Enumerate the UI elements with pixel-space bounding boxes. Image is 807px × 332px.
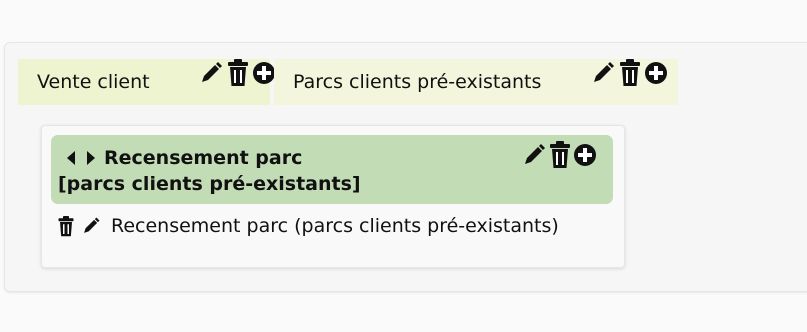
caret-left-icon[interactable] — [66, 150, 76, 166]
card-title-line1: Recensement parc — [104, 147, 303, 169]
tab-actions — [590, 59, 668, 87]
tab-label: Vente client — [37, 71, 150, 93]
trash-icon[interactable] — [226, 59, 250, 87]
pencil-icon[interactable] — [590, 60, 616, 86]
list-item-label: Recensement parc (parcs clients pré-exis… — [111, 215, 559, 237]
plus-circle-icon[interactable] — [252, 61, 276, 85]
pencil-icon[interactable] — [81, 216, 101, 236]
card-header: Recensement parc [parcs clients pré-exis… — [51, 135, 613, 204]
tab-label: Parcs clients pré-existants — [293, 71, 542, 93]
pencil-icon[interactable] — [521, 142, 547, 168]
caret-right-icon[interactable] — [86, 150, 96, 166]
trash-icon[interactable] — [57, 215, 75, 237]
tab-parcs-clients[interactable]: Parcs clients pré-existants — [274, 59, 678, 105]
card-title-line2: [parcs clients pré-existants] — [58, 173, 361, 195]
plus-circle-icon[interactable] — [644, 61, 668, 85]
pencil-icon[interactable] — [198, 60, 224, 86]
tab-actions — [198, 59, 276, 87]
card-actions — [521, 141, 597, 169]
list-item: Recensement parc (parcs clients pré-exis… — [57, 215, 559, 237]
plus-circle-icon[interactable] — [573, 143, 597, 167]
card-title: Recensement parc [parcs clients pré-exis… — [58, 145, 361, 197]
tab-vente-client[interactable]: Vente client — [18, 59, 275, 105]
trash-icon[interactable] — [618, 59, 642, 87]
trash-icon[interactable] — [548, 141, 572, 169]
